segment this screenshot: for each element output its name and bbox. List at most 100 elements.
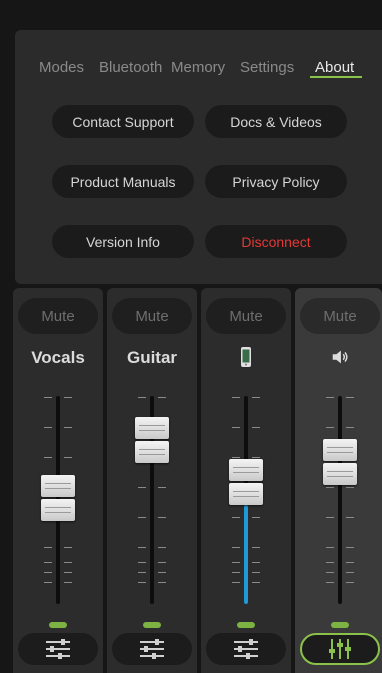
product-manuals-button[interactable]: Product Manuals <box>52 165 194 198</box>
fader-tick <box>44 547 52 548</box>
fader-tick <box>326 562 334 563</box>
fader-tick <box>44 457 52 458</box>
fader-handle[interactable] <box>41 475 75 525</box>
channel-settings-button-active[interactable] <box>300 633 380 665</box>
fader-tick <box>64 427 72 428</box>
fader-tick <box>64 547 72 548</box>
fader-tick <box>326 427 334 428</box>
fader-tick <box>64 582 72 583</box>
fader-tick <box>44 427 52 428</box>
fader-tick <box>232 547 240 548</box>
fader-tick <box>232 397 240 398</box>
fader-tick <box>64 457 72 458</box>
fader-tick <box>138 582 146 583</box>
fader-tick <box>138 517 146 518</box>
fader-tick <box>252 517 260 518</box>
fader-tick <box>346 397 354 398</box>
fader-tick <box>44 397 52 398</box>
channel-settings-button[interactable] <box>206 633 286 665</box>
sliders-icon <box>234 639 258 659</box>
channel-settings-button[interactable] <box>112 633 192 665</box>
phone-icon <box>241 347 251 367</box>
fader-tick <box>232 582 240 583</box>
fader-tick <box>64 562 72 563</box>
fader-tick <box>64 397 72 398</box>
tab-bluetooth[interactable]: Bluetooth <box>99 59 162 76</box>
docs-videos-button[interactable]: Docs & Videos <box>205 105 347 138</box>
signal-led <box>143 622 161 628</box>
channel-settings-button[interactable] <box>18 633 98 665</box>
fader-tick <box>44 562 52 563</box>
fader-handle[interactable] <box>323 438 357 489</box>
fader-tick <box>326 547 334 548</box>
channel-strip-guitar: Mute Guitar <box>107 288 197 673</box>
signal-led <box>49 622 67 628</box>
signal-led <box>237 622 255 628</box>
fader-tick <box>252 427 260 428</box>
fader-tick <box>326 517 334 518</box>
fader-tick <box>138 562 146 563</box>
fader-tick <box>252 562 260 563</box>
fader-tick <box>232 427 240 428</box>
channel-strip-vocals: Mute Vocals <box>13 288 103 673</box>
fader-tick <box>346 562 354 563</box>
fader-tick <box>158 397 166 398</box>
fader-tick <box>138 547 146 548</box>
fader-tick <box>158 572 166 573</box>
fader-tick <box>64 572 72 573</box>
fader-tick <box>326 397 334 398</box>
fader-fill <box>244 505 248 604</box>
active-tab-indicator <box>310 76 362 78</box>
mute-button[interactable]: Mute <box>206 298 286 334</box>
tab-modes[interactable]: Modes <box>39 59 84 76</box>
about-panel: Modes Bluetooth Memory Settings About Co… <box>15 30 382 284</box>
channel-name: Guitar <box>126 348 178 367</box>
fader-tick <box>158 582 166 583</box>
fader-tick <box>252 547 260 548</box>
fader-tick <box>326 582 334 583</box>
fader-tick <box>346 572 354 573</box>
fader-tick <box>158 547 166 548</box>
speaker-icon <box>332 350 348 364</box>
mute-button[interactable]: Mute <box>18 298 98 334</box>
fader-tick <box>158 487 166 488</box>
sliders-icon <box>46 639 70 659</box>
fader-tick <box>138 487 146 488</box>
tab-memory[interactable]: Memory <box>171 59 225 76</box>
fader-tick <box>252 397 260 398</box>
fader-tick <box>252 457 260 458</box>
mute-button[interactable]: Mute <box>112 298 192 334</box>
tab-settings[interactable]: Settings <box>240 59 294 76</box>
fader-tick <box>252 572 260 573</box>
mode-tabs: Modes Bluetooth Memory Settings About <box>15 59 382 89</box>
privacy-policy-button[interactable]: Privacy Policy <box>205 165 347 198</box>
fader-tick <box>44 572 52 573</box>
fader-tick <box>232 572 240 573</box>
fader-tick <box>138 397 146 398</box>
channel-strip-phone: Mute <box>201 288 291 673</box>
channel-name: Vocals <box>31 348 85 367</box>
fader-tick <box>346 547 354 548</box>
mute-button[interactable]: Mute <box>300 298 380 334</box>
fader-handle[interactable] <box>135 416 169 467</box>
fader-tick <box>44 582 52 583</box>
tab-about[interactable]: About <box>315 59 354 76</box>
fader-tick <box>326 572 334 573</box>
fader-tick <box>158 517 166 518</box>
fader-track[interactable] <box>338 396 342 604</box>
fader-handle[interactable] <box>229 459 263 509</box>
fader-tick <box>346 582 354 583</box>
sliders-icon <box>140 639 164 659</box>
fader-tick <box>232 457 240 458</box>
version-info-button[interactable]: Version Info <box>52 225 194 258</box>
contact-support-button[interactable]: Contact Support <box>52 105 194 138</box>
signal-led <box>331 622 349 628</box>
channel-strip-speaker: Mute <box>295 288 382 673</box>
fader-tick <box>232 517 240 518</box>
disconnect-button[interactable]: Disconnect <box>205 225 347 258</box>
sliders-vertical-icon <box>329 639 351 659</box>
fader-tick <box>346 427 354 428</box>
fader-tick <box>346 517 354 518</box>
fader-tick <box>252 582 260 583</box>
fader-tick <box>138 572 146 573</box>
